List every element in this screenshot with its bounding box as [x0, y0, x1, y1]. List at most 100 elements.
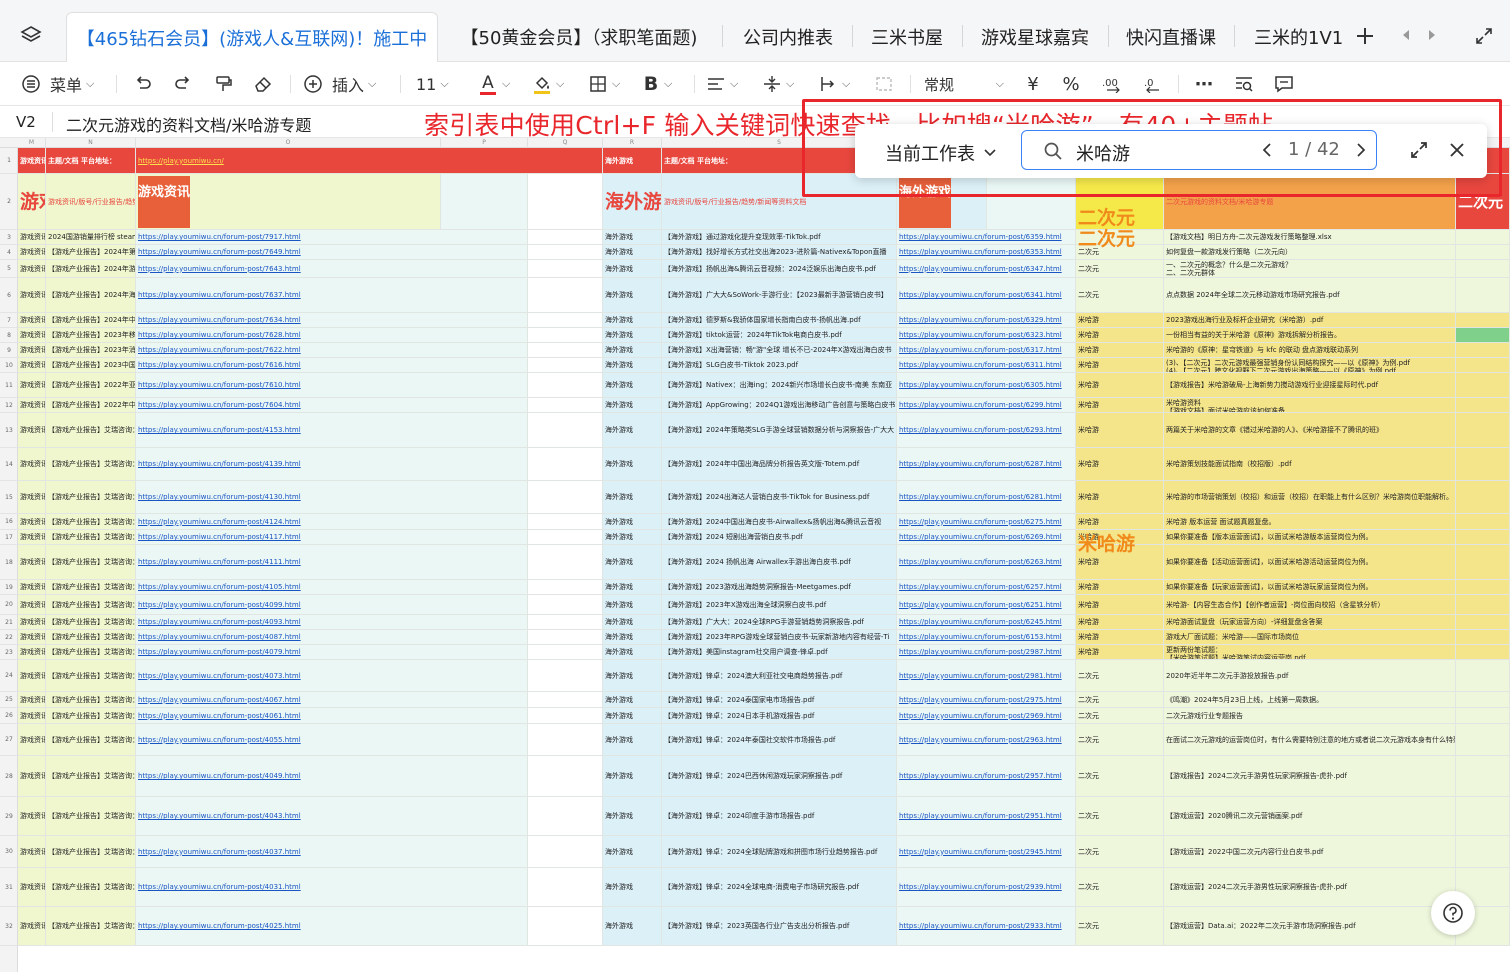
row-acg-note[interactable]: 米哈游 版本运营 面试题真题复盘。 — [1164, 514, 1456, 530]
row-header[interactable]: 4 — [0, 245, 18, 260]
cell-reference[interactable]: V2 — [16, 113, 36, 131]
row-overseas-category[interactable]: 海外游戏 — [603, 358, 662, 373]
row-link[interactable]: https://play.youmiwu.cn/forum-post/7610.… — [136, 373, 528, 398]
row-link[interactable]: https://play.youmiwu.cn/forum-post/4111.… — [136, 545, 528, 580]
row-overseas-title[interactable]: 【海外游戏】AppGrowing：2024Q1游戏出海移动广告创意与策略白皮书 — [662, 398, 897, 413]
header-overseas[interactable]: 海外游戏 — [603, 148, 662, 174]
row-header[interactable]: 17 — [0, 530, 18, 545]
row-category[interactable]: 游戏资讯 — [18, 545, 46, 580]
row-header[interactable]: 1 — [0, 148, 18, 174]
row-fill[interactable] — [528, 358, 603, 373]
row-category[interactable]: 游戏资讯 — [18, 907, 46, 946]
wrap-button[interactable]: ⌵ — [818, 68, 850, 100]
row-acg-note[interactable]: 《鸣潮》2024年5月23日上线，上线第一周数据。 — [1164, 692, 1456, 708]
row-title[interactable]: 【游戏产业报告】2024年海外休闲游戏行业报告.pdf — [46, 278, 136, 313]
row-overseas-title[interactable]: 【海外游戏】德罗斯&我骄体国家增长指南白皮书-扬帆出海.pdf — [662, 313, 897, 328]
row-acg-note[interactable]: 在面试二次元游戏的运营岗位时，有什么需要特别注意的地方或者说二次元游戏本身有什么… — [1164, 724, 1456, 756]
tab-bookhouse[interactable]: 三米书屋 — [854, 12, 960, 62]
row-fill[interactable] — [528, 630, 603, 645]
row-overseas-title[interactable]: 【海外游戏】SLG白皮书-Tiktok 2023.pdf — [662, 358, 897, 373]
column-header[interactable]: N — [46, 138, 136, 148]
row-acg-note[interactable]: 米哈游资料 【游戏文档】面试米哈游应该如何准备 【游戏文档】米哈游HANDBOO… — [1164, 398, 1456, 413]
layers-icon[interactable] — [18, 22, 44, 48]
row-title[interactable]: 【游戏产业报告】2023年移动游戏行业深度观察(57页).pdf — [46, 328, 136, 343]
row-overseas-link[interactable]: https://play.youmiwu.cn/forum-post/6257.… — [897, 580, 1076, 595]
row-acg-note[interactable]: 米哈游的《原神：星穹铁道》与 kfc 的联动 盘点游戏联动系列 — [1164, 343, 1456, 358]
row-overseas-category[interactable]: 海外游戏 — [603, 373, 662, 398]
row-acg-tag[interactable]: 米哈游 — [1076, 448, 1164, 481]
column-header[interactable]: O — [136, 138, 441, 148]
row-acg-tag[interactable]: 米哈游 — [1076, 514, 1164, 530]
row-right-fill[interactable] — [1456, 343, 1510, 358]
row-overseas-link[interactable]: https://play.youmiwu.cn/forum-post/2963.… — [897, 724, 1076, 756]
row-acg-note[interactable]: (3)、【二次元】二次元游戏最强营销身份认同结构探究——以《原神》为例.pdf … — [1164, 358, 1456, 373]
row-overseas-category[interactable]: 海外游戏 — [603, 580, 662, 595]
row-right-fill[interactable] — [1456, 313, 1510, 328]
title-game-info-fill[interactable] — [441, 174, 528, 230]
row-overseas-category[interactable]: 海外游戏 — [603, 313, 662, 328]
row-overseas-link[interactable]: https://play.youmiwu.cn/forum-post/6275.… — [897, 514, 1076, 530]
next-match-icon[interactable] — [1354, 142, 1368, 158]
row-fill[interactable] — [528, 398, 603, 413]
find-search-input[interactable]: 米哈游 — [1076, 140, 1130, 166]
row-acg-note[interactable]: 如果你要准备【玩家运营面试】，以面试米哈游玩家运营岗位为例。 — [1164, 580, 1456, 595]
row-category[interactable]: 游戏资讯 — [18, 580, 46, 595]
row-fill[interactable] — [528, 413, 603, 448]
decrease-decimal-icon[interactable]: .0 — [1140, 68, 1164, 100]
row-acg-tag[interactable]: 米哈游 — [1076, 615, 1164, 630]
row-link[interactable]: https://play.youmiwu.cn/forum-post/7917.… — [136, 230, 528, 245]
row-fill[interactable] — [528, 313, 603, 328]
row-overseas-link[interactable]: https://play.youmiwu.cn/forum-post/6269.… — [897, 530, 1076, 545]
row-header[interactable]: 25 — [0, 692, 18, 708]
row-right-fill[interactable] — [1456, 545, 1510, 580]
row-category[interactable]: 游戏资讯 — [18, 660, 46, 692]
row-category[interactable]: 游戏资讯 — [18, 756, 46, 797]
row-fill[interactable] — [528, 260, 603, 278]
row-overseas-link[interactable]: https://play.youmiwu.cn/forum-post/2987.… — [897, 645, 1076, 660]
row-overseas-title[interactable]: 【海外游戏】2023游戏出海趋势洞察报告-Meetgames.pdf — [662, 580, 897, 595]
row-overseas-category[interactable]: 海外游戏 — [603, 413, 662, 448]
row-fill[interactable] — [528, 868, 603, 907]
row-overseas-link[interactable]: https://play.youmiwu.cn/forum-post/2933.… — [897, 907, 1076, 946]
title-game-info[interactable]: 游戏资讯 — [18, 174, 46, 230]
row-fill[interactable] — [528, 530, 603, 545]
row-header[interactable]: 3 — [0, 230, 18, 245]
title-overseas[interactable]: 海外游 — [603, 174, 662, 230]
row-acg-note[interactable]: 如何复盘一款游戏发行策略（二次元向） — [1164, 245, 1456, 260]
row-acg-note[interactable]: 点点数据 2024年全球二次元移动游戏市场研究报告.pdf — [1164, 278, 1456, 313]
header-game-info[interactable]: 游戏资讯 — [18, 148, 46, 174]
row-link[interactable]: https://play.youmiwu.cn/forum-post/4139.… — [136, 448, 528, 481]
row-header[interactable]: 32 — [0, 907, 18, 946]
row-acg-tag[interactable]: 二次元 — [1076, 797, 1164, 836]
row-overseas-link[interactable]: https://play.youmiwu.cn/forum-post/6353.… — [897, 245, 1076, 260]
row-title[interactable]: 2024国游销量排行榜 steam — [46, 230, 136, 245]
row-right-fill[interactable] — [1456, 645, 1510, 660]
row-link[interactable]: https://play.youmiwu.cn/forum-post/4067.… — [136, 692, 528, 708]
row-overseas-category[interactable]: 海外游戏 — [603, 278, 662, 313]
close-icon[interactable] — [1445, 138, 1469, 162]
row-link[interactable]: https://play.youmiwu.cn/forum-post/4043.… — [136, 797, 528, 836]
row-link[interactable]: https://play.youmiwu.cn/forum-post/4117.… — [136, 530, 528, 545]
row-category[interactable]: 游戏资讯 — [18, 230, 46, 245]
row-header[interactable]: 30 — [0, 836, 18, 868]
row-overseas-title[interactable]: 【海外游戏】2023年RPG游戏全球营销白皮书-玩家新游地内容有经营-Ti — [662, 630, 897, 645]
row-title[interactable]: 【游戏产业报告】2022年中国云游戏行业研究报告(33页).pdf — [46, 398, 136, 413]
row-overseas-category[interactable]: 海外游戏 — [603, 514, 662, 530]
row-overseas-title[interactable]: 【海外游戏】锋卓：2024年泰国社交软件市场报告.pdf — [662, 724, 897, 756]
highlight-cell[interactable] — [1456, 328, 1510, 343]
row-right-fill[interactable] — [1456, 836, 1510, 868]
undo-icon[interactable] — [130, 68, 156, 100]
row-overseas-category[interactable]: 海外游戏 — [603, 724, 662, 756]
row-overseas-title[interactable]: 【海外游戏】2024年中国出海品牌分析报告英文版-Totem.pdf — [662, 448, 897, 481]
row-acg-tag[interactable]: 二次元 — [1076, 660, 1164, 692]
previous-match-icon[interactable] — [1260, 142, 1274, 158]
row-overseas-title[interactable]: 【海外游戏】找好增长方式社交出海2023-进阶篇-Nativex&Topon直播 — [662, 245, 897, 260]
row-overseas-category[interactable]: 海外游戏 — [603, 245, 662, 260]
format-painter-icon[interactable] — [210, 68, 236, 100]
row-fill[interactable] — [528, 660, 603, 692]
row-category[interactable]: 游戏资讯 — [18, 278, 46, 313]
bold-button[interactable]: B ⌵ — [642, 68, 673, 100]
row-acg-note[interactable]: 米哈游策划技能面试指南（校招版）.pdf — [1164, 448, 1456, 481]
comment-icon[interactable] — [1272, 68, 1296, 100]
row-right-fill[interactable] — [1456, 797, 1510, 836]
